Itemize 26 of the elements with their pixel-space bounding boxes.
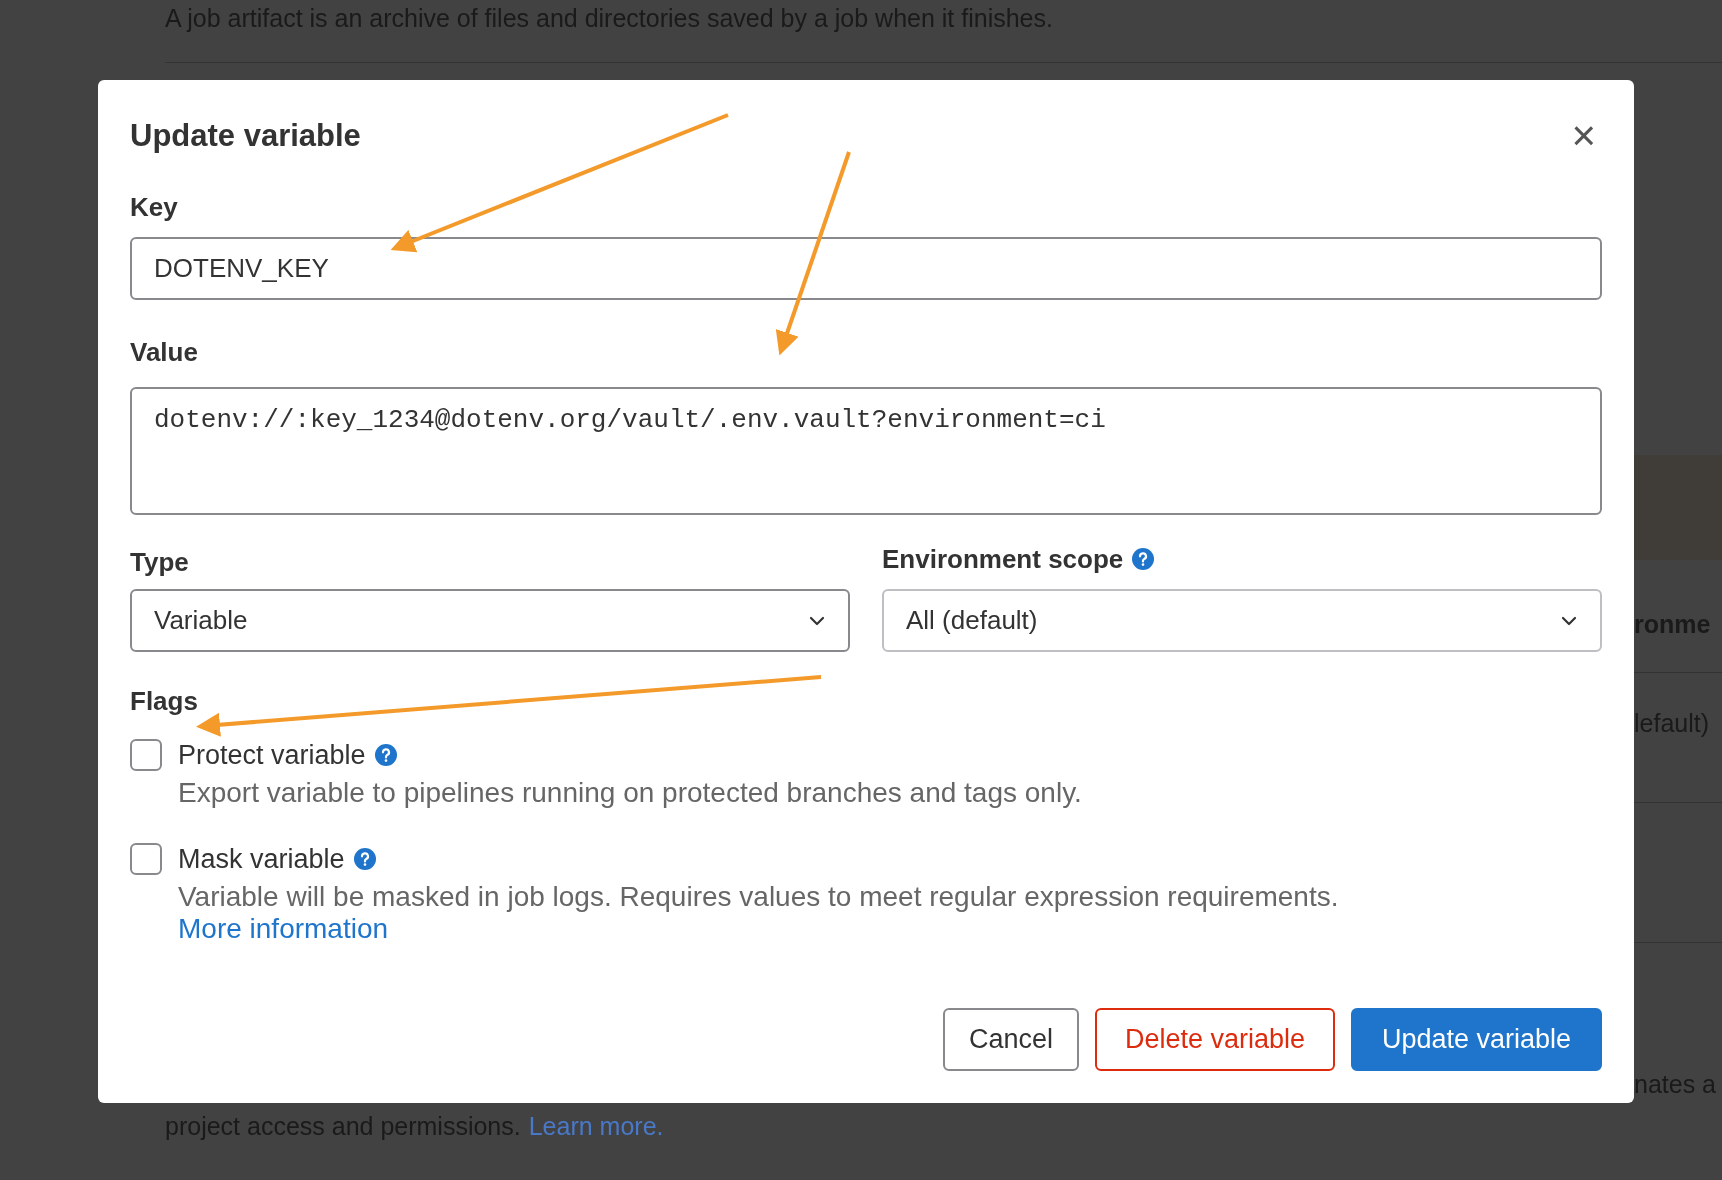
update-button[interactable]: Update variable <box>1351 1008 1602 1071</box>
checkbox[interactable] <box>130 739 162 771</box>
chevron-down-icon <box>808 614 826 627</box>
field-label: Environment scope <box>882 542 1124 576</box>
more-information-link[interactable]: More information <box>178 913 389 944</box>
field-label: Key <box>130 191 179 224</box>
key-input-field[interactable]: DOTENV_KEY <box>130 237 1602 300</box>
field-label: Value <box>130 336 199 369</box>
help-icon[interactable] <box>1131 547 1156 571</box>
checkbox[interactable] <box>130 843 162 875</box>
chevron-down-icon <box>1560 614 1578 627</box>
flag-description: Export variable to pipelines running on protected branches and tags only. <box>178 777 1083 809</box>
help-icon[interactable] <box>373 743 398 767</box>
help-icon[interactable] <box>352 847 377 871</box>
flag-description: Variable will be masked in job logs. Requires values to meet regular expression requirements. More information <box>178 881 1340 945</box>
value-input-field[interactable]: dotenv://:key_1234@dotenv.org/vault/.env.vault?environment=ci <box>130 387 1602 515</box>
checkbox-label[interactable]: Mask variable <box>178 838 345 880</box>
delete-button[interactable]: Delete variable <box>1095 1008 1335 1071</box>
flags-label: Flags <box>130 685 198 718</box>
environment-scope-dropdown[interactable]: All (default) <box>882 589 1602 652</box>
dialog-title: Update variable <box>130 116 361 155</box>
checkbox-label[interactable]: Protect variable <box>178 734 366 776</box>
type-dropdown[interactable]: Variable <box>130 589 850 652</box>
field-label: Type <box>130 546 190 575</box>
close-button[interactable]: × <box>1571 115 1596 157</box>
cancel-button[interactable]: Cancel <box>943 1008 1079 1071</box>
